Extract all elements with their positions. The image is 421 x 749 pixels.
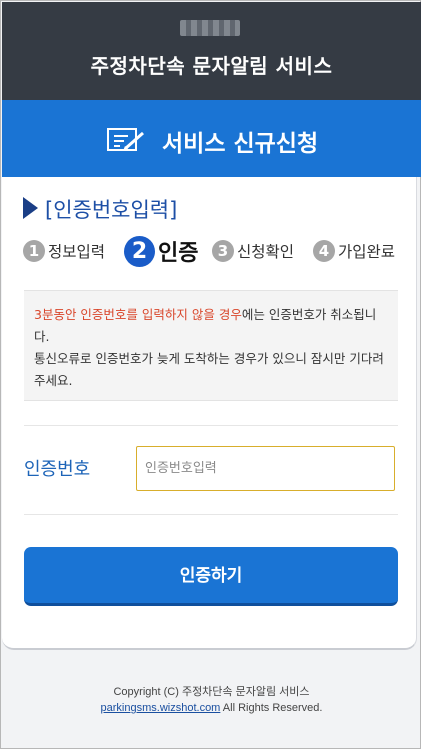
step-3: 3 신청확인 — [212, 235, 294, 267]
blurred-region-text — [180, 20, 240, 36]
step-indicator: 1 정보입력 2 인증 3 신청확인 4 가입완료 — [23, 235, 403, 267]
section-title: [인증번호입력] — [45, 198, 178, 222]
step-label: 가입완료 — [338, 243, 396, 261]
app-title: 주정차단속 문자알림 서비스 — [90, 54, 333, 78]
verify-button[interactable]: 인증하기 — [24, 547, 398, 606]
notice-highlight: 3분동안 인증번호를 입력하지 않을 경우 — [34, 307, 242, 322]
step-1: 1 정보입력 — [23, 235, 105, 267]
step-2-active: 2 인증 — [124, 235, 198, 267]
step-label: 신청확인 — [237, 243, 295, 261]
step-number: 2 — [124, 235, 155, 267]
step-number: 1 — [23, 240, 45, 262]
footer: Copyright (C) 주정차단속 문자알림 서비스 parkingsms.… — [1, 684, 421, 716]
footer-rights-line: parkingsms.wizshot.com All Rights Reserv… — [1, 700, 421, 716]
app-frame: 주정차단속 문자알림 서비스 서비스 신규신청 [인증번호입력] 1 정보입력 … — [0, 0, 421, 749]
header-bar: 주정차단속 문자알림 서비스 — [2, 2, 421, 100]
step-number: 3 — [212, 240, 234, 262]
verification-code-input[interactable] — [136, 446, 395, 491]
divider — [24, 514, 398, 515]
section-arrow-icon — [23, 197, 38, 219]
footer-rights: All Rights Reserved. — [220, 702, 323, 714]
banner-title: 서비스 신규신청 — [162, 131, 319, 157]
verification-code-label: 인증번호 — [24, 459, 91, 480]
footer-copyright: Copyright (C) 주정차단속 문자알림 서비스 — [113, 686, 310, 698]
divider — [24, 425, 398, 426]
service-banner: 서비스 신규신청 — [2, 100, 421, 177]
step-label: 인증 — [158, 241, 199, 266]
step-4: 4 가입완료 — [313, 235, 395, 267]
form-edit-icon — [107, 128, 144, 151]
notice-line-1: 3분동안 인증번호를 입력하지 않을 경우에는 인증번호가 취소됩니다. — [34, 304, 388, 348]
footer-site-link[interactable]: parkingsms.wizshot.com — [101, 702, 221, 714]
notice-box: 3분동안 인증번호를 입력하지 않을 경우에는 인증번호가 취소됩니다. 통신오… — [24, 290, 398, 401]
notice-text-2: 통신오류로 인증번호가 늦게 도착하는 경우가 있으니 잠시만 기다려주세요. — [34, 351, 384, 388]
step-number: 4 — [313, 240, 335, 262]
step-label: 정보입력 — [48, 243, 106, 261]
